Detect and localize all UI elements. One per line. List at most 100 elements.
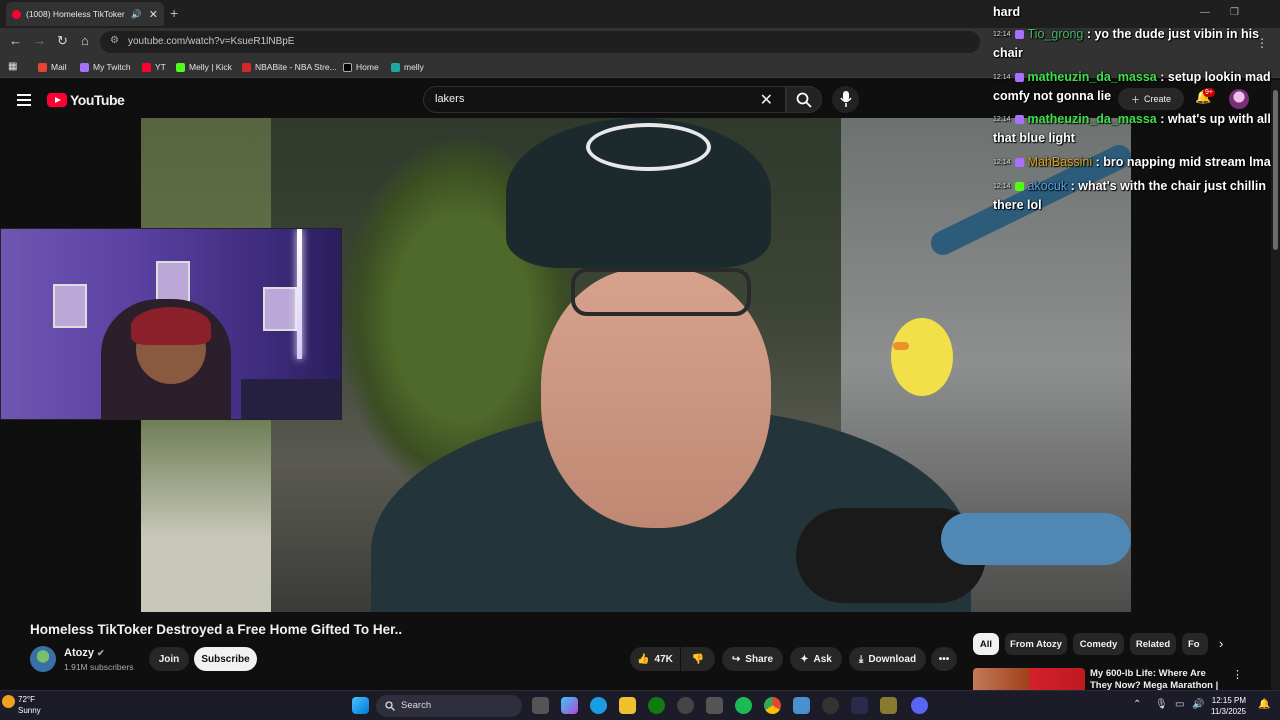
notification-icon[interactable]: 🔔 xyxy=(1258,699,1270,710)
network-icon[interactable]: ▭ xyxy=(1175,699,1184,710)
sparkle-icon: ✦ xyxy=(800,653,809,665)
channel-name-row[interactable]: Atozy ✔ xyxy=(64,647,105,659)
media-player-icon[interactable] xyxy=(822,697,839,714)
file-explorer-icon[interactable] xyxy=(619,697,636,714)
youtube-logo[interactable]: YouTube xyxy=(47,92,125,108)
clock-date: 11/3/2025 xyxy=(1211,707,1246,716)
chip-comedy[interactable]: Comedy xyxy=(1073,633,1124,655)
chrome-icon[interactable] xyxy=(764,697,781,714)
back-icon[interactable]: ← xyxy=(9,33,22,48)
share-button[interactable]: ↪ Share xyxy=(722,647,783,671)
discord-icon[interactable] xyxy=(911,697,928,714)
terminal-icon[interactable] xyxy=(851,697,868,714)
chat-username: matheuzin_da_massa xyxy=(1027,70,1157,84)
chip-related[interactable]: Related xyxy=(1130,633,1176,655)
bookmark-label: melly xyxy=(404,62,424,72)
spotify-icon[interactable] xyxy=(735,697,752,714)
recommended-thumbnail[interactable] xyxy=(973,668,1085,690)
menu-icon[interactable] xyxy=(17,94,31,109)
twitch-icon xyxy=(1014,73,1024,82)
verified-icon: ✔ xyxy=(97,648,105,658)
speaker-icon[interactable]: 🔊 xyxy=(1192,699,1204,710)
chevron-right-icon[interactable]: › xyxy=(1219,636,1223,651)
join-button[interactable]: Join xyxy=(149,647,189,671)
subscribe-button[interactable]: Subscribe xyxy=(194,647,257,671)
bookmark-nbabite[interactable]: NBABite - NBA Stre... xyxy=(242,62,337,72)
home-icon[interactable]: ⌂ xyxy=(81,33,89,48)
forward-icon[interactable]: → xyxy=(33,33,46,48)
search-input[interactable]: lakers ✕ xyxy=(423,86,786,113)
chip-for-you[interactable]: Fo xyxy=(1182,633,1208,655)
bookmark-melly[interactable]: melly xyxy=(391,62,424,72)
chat-username: akocuk xyxy=(1027,179,1068,193)
facecam-desk xyxy=(241,379,341,419)
copilot-icon[interactable] xyxy=(561,697,578,714)
dislike-button[interactable]: 👎 xyxy=(681,647,715,671)
start-icon[interactable] xyxy=(352,697,369,714)
browser-tab[interactable]: (1008) Homeless TikToker D 🔊 ✕ xyxy=(6,2,164,26)
close-tab-icon[interactable]: ✕ xyxy=(149,8,158,21)
apps-grid-icon[interactable]: ▦ xyxy=(8,61,17,72)
photos-icon[interactable] xyxy=(793,697,810,714)
edge-icon[interactable] xyxy=(590,697,607,714)
subscriber-count: 1.91M subscribers xyxy=(64,662,134,672)
chat-message: 12:14 matheuzin_da_massa : setup lookin m… xyxy=(993,68,1280,106)
new-tab-button[interactable]: + xyxy=(170,5,178,21)
weather-temp: 72°F xyxy=(18,695,35,704)
video-person-glasses xyxy=(571,268,751,316)
subscribe-label: Subscribe xyxy=(201,653,250,665)
download-button[interactable]: ⤓ Download xyxy=(849,647,926,671)
chat-username: MahBassini xyxy=(1027,155,1093,169)
weather-condition: Sunny xyxy=(18,706,41,715)
chevron-up-icon[interactable]: ⌃ xyxy=(1133,699,1141,710)
like-button[interactable]: 👍 47K xyxy=(630,647,680,671)
chip-from-atozy[interactable]: From Atozy xyxy=(1005,633,1067,655)
thumbs-up-icon: 👍 xyxy=(637,653,650,665)
taskbar-search[interactable]: Search xyxy=(376,695,522,717)
task-view-icon[interactable] xyxy=(532,697,549,714)
tray-mic-icon[interactable]: 🎙 xyxy=(1155,699,1168,710)
bookmark-label: Home xyxy=(356,62,379,72)
ask-label: Ask xyxy=(813,653,832,665)
chip-all[interactable]: All xyxy=(973,633,999,655)
bookmark-x-home[interactable]: Home xyxy=(343,62,379,72)
ask-button[interactable]: ✦ Ask xyxy=(790,647,842,671)
github-icon[interactable] xyxy=(677,697,694,714)
obs-icon[interactable] xyxy=(880,697,897,714)
chip-label: Related xyxy=(1135,638,1171,650)
channel-avatar[interactable] xyxy=(30,646,56,672)
voice-search-button[interactable] xyxy=(832,86,859,113)
chat-time: 12:14 xyxy=(993,183,1011,190)
video-title: Homeless TikToker Destroyed a Free Home … xyxy=(30,622,403,637)
chat-time: 12:14 xyxy=(993,116,1011,123)
bookmark-melly-kick[interactable]: Melly | Kick xyxy=(176,62,232,72)
page-scrollbar[interactable] xyxy=(1271,80,1280,690)
clear-search-icon[interactable]: ✕ xyxy=(760,90,773,110)
facecam-poster xyxy=(263,287,297,331)
facecam-led-light xyxy=(297,229,302,359)
windows-taskbar: 72°F Sunny Search ⌃ 🎙 ▭ 🔊 12:15 PM 11/3/… xyxy=(0,690,1280,720)
url-field[interactable]: ⚙ youtube.com/watch?v=KsueR1lNBpE xyxy=(100,31,980,53)
recommended-title[interactable]: My 600-lb Life: Where Are They Now? Mega… xyxy=(1090,668,1230,690)
search-icon xyxy=(796,92,812,108)
chat-message: 12:14 matheuzin_da_massa : what's up with… xyxy=(993,110,1280,148)
system-clock[interactable]: 12:15 PM 11/3/2025 xyxy=(1211,695,1246,717)
bookmark-mail[interactable]: Mail xyxy=(38,62,67,72)
scrollbar-thumb[interactable] xyxy=(1273,90,1278,250)
reload-icon[interactable]: ↻ xyxy=(57,33,68,49)
chat-message: 12:14 Tio_grong : yo the dude just vibin … xyxy=(993,25,1280,63)
site-info-icon[interactable]: ⚙ xyxy=(110,35,119,46)
download-icon: ⤓ xyxy=(858,653,864,665)
more-actions-button[interactable]: ••• xyxy=(931,647,957,671)
bookmark-my-twitch[interactable]: My Twitch xyxy=(80,62,131,72)
recommended-menu-icon[interactable]: ⋮ xyxy=(1232,668,1243,681)
xbox-icon[interactable] xyxy=(648,697,665,714)
share-label: Share xyxy=(745,653,774,665)
store-icon[interactable] xyxy=(706,697,723,714)
youtube-play-icon xyxy=(47,93,67,107)
bookmark-yt[interactable]: YT xyxy=(142,62,166,72)
share-icon: ↪ xyxy=(731,653,741,665)
weather-widget[interactable]: 72°F Sunny xyxy=(18,694,41,716)
audio-icon[interactable]: 🔊 xyxy=(131,9,142,20)
search-button[interactable] xyxy=(786,86,822,113)
